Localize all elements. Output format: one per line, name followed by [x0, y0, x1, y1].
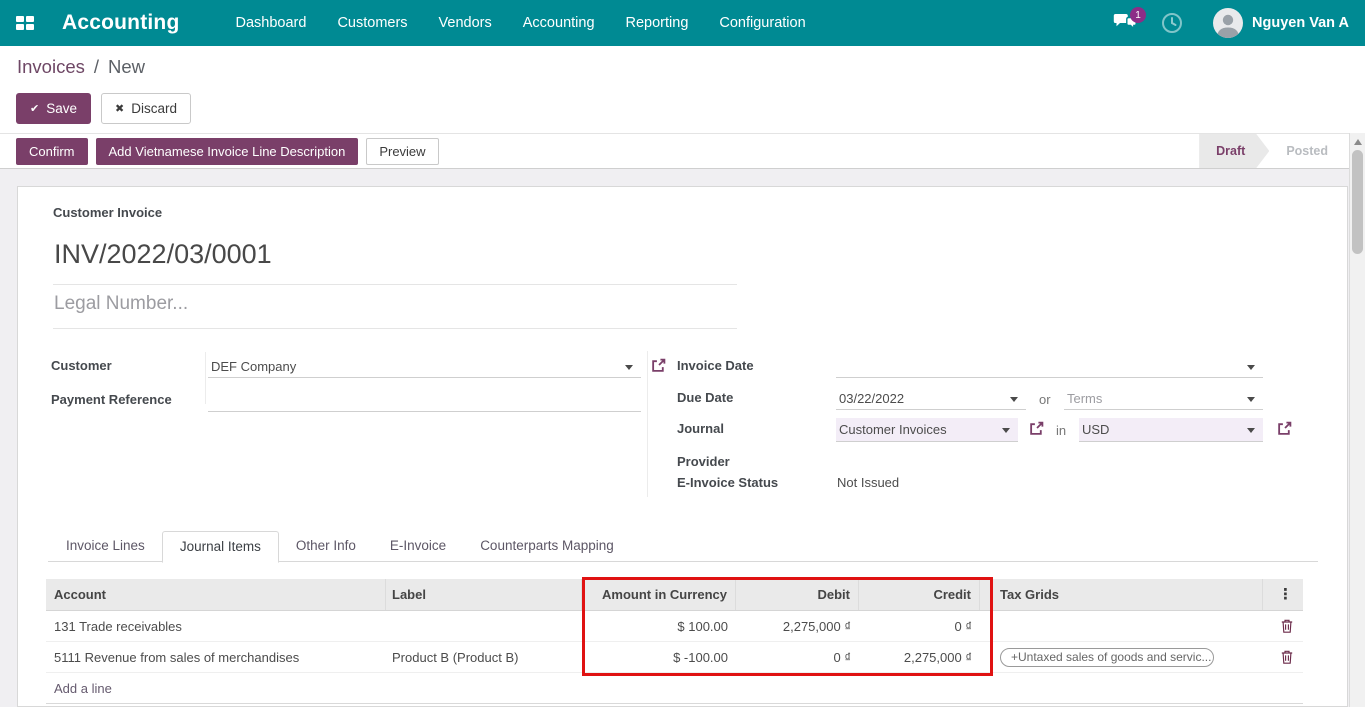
confirm-button[interactable]: Confirm	[16, 138, 88, 165]
menu-dashboard[interactable]: Dashboard	[236, 15, 307, 31]
customer-field[interactable]: DEF Company	[208, 356, 641, 378]
chevron-down-icon[interactable]	[1002, 428, 1010, 433]
notebook-tabs: Invoice Lines Journal Items Other Info E…	[49, 531, 631, 562]
top-navbar: Accounting Dashboard Customers Vendors A…	[0, 0, 1365, 46]
journal-label: Journal	[677, 421, 724, 436]
stage-draft[interactable]: Draft	[1199, 134, 1269, 168]
col-label[interactable]: Label	[386, 579, 582, 610]
due-date-label: Due Date	[677, 390, 733, 405]
divider	[53, 284, 737, 285]
discard-button[interactable]: ✖ Discard	[101, 93, 191, 124]
add-line-row: Add a line	[46, 673, 1303, 704]
invoice-date-field[interactable]	[836, 356, 1263, 378]
activities-clock-icon[interactable]	[1161, 12, 1183, 34]
message-count-badge: 1	[1130, 7, 1146, 23]
legal-number-input[interactable]: Legal Number...	[54, 293, 188, 315]
chevron-down-icon[interactable]	[1010, 397, 1018, 402]
einvoice-status-value: Not Issued	[837, 475, 899, 490]
divider	[647, 351, 648, 497]
breadcrumb-invoices-link[interactable]: Invoices	[17, 56, 85, 78]
journal-field[interactable]: Customer Invoices	[836, 418, 1018, 442]
customer-external-link-icon[interactable]	[651, 358, 666, 373]
stage-posted[interactable]: Posted	[1269, 134, 1345, 168]
user-name: Nguyen Van A	[1252, 15, 1349, 31]
messages-icon[interactable]: 1	[1113, 13, 1139, 33]
breadcrumb: Invoices / New	[0, 46, 1365, 88]
payment-reference-field[interactable]	[208, 390, 641, 412]
tab-counterparts-mapping[interactable]: Counterparts Mapping	[463, 531, 631, 562]
or-text: or	[1039, 392, 1051, 407]
document-type-label: Customer Invoice	[53, 205, 162, 220]
in-text: in	[1056, 423, 1066, 438]
journal-external-link-icon[interactable]	[1029, 421, 1044, 436]
breadcrumb-current: New	[108, 56, 145, 78]
delete-row-icon[interactable]	[1281, 650, 1293, 664]
delete-row-icon[interactable]	[1281, 619, 1293, 633]
menu-configuration[interactable]: Configuration	[719, 15, 805, 31]
form-statusbar: Confirm Add Vietnamese Invoice Line Desc…	[0, 133, 1349, 169]
chevron-down-icon[interactable]	[625, 365, 633, 370]
chevron-down-icon[interactable]	[1247, 365, 1255, 370]
chevron-down-icon[interactable]	[1247, 397, 1255, 402]
col-credit[interactable]: Credit	[859, 579, 980, 610]
invoice-number[interactable]: INV/2022/03/0001	[54, 239, 272, 270]
apps-menu-icon[interactable]	[16, 16, 35, 31]
menu-customers[interactable]: Customers	[337, 15, 407, 31]
menu-reporting[interactable]: Reporting	[626, 15, 689, 31]
journal-items-table: Account Label Amount in Currency Debit C…	[46, 579, 1303, 704]
invoice-form-sheet: Customer Invoice INV/2022/03/0001 Legal …	[17, 186, 1348, 707]
main-menu: Dashboard Customers Vendors Accounting R…	[236, 15, 806, 31]
column-options-icon[interactable]: ⋮	[1278, 587, 1293, 602]
tab-journal-items[interactable]: Journal Items	[162, 531, 279, 563]
due-date-field[interactable]: 03/22/2022	[836, 388, 1026, 410]
invoice-date-label: Invoice Date	[677, 358, 754, 373]
user-menu[interactable]: Nguyen Van A	[1213, 8, 1349, 38]
preview-button[interactable]: Preview	[366, 138, 438, 165]
col-tax-grids[interactable]: Tax Grids	[980, 579, 1263, 610]
col-amount-in-currency[interactable]: Amount in Currency	[582, 579, 736, 610]
breadcrumb-separator: /	[94, 56, 99, 78]
check-icon: ✔	[30, 102, 39, 115]
payment-reference-label: Payment Reference	[51, 392, 172, 407]
provider-label: Provider	[677, 454, 730, 469]
payment-terms-field[interactable]: Terms	[1064, 388, 1263, 410]
divider	[205, 352, 206, 404]
scrollbar-thumb[interactable]	[1352, 150, 1363, 254]
vertical-scrollbar[interactable]	[1349, 133, 1365, 707]
col-debit[interactable]: Debit	[736, 579, 859, 610]
tab-other-info[interactable]: Other Info	[279, 531, 373, 562]
col-account[interactable]: Account	[46, 579, 386, 610]
table-row[interactable]: 131 Trade receivables $ 100.00 2,275,000…	[46, 611, 1303, 642]
table-row[interactable]: 5111 Revenue from sales of merchandises …	[46, 642, 1303, 673]
tab-e-invoice[interactable]: E-Invoice	[373, 531, 463, 562]
menu-accounting[interactable]: Accounting	[523, 15, 595, 31]
state-stages: Draft Posted	[1199, 134, 1345, 168]
topbar-right: 1 Nguyen Van A	[1113, 8, 1349, 38]
add-line-link[interactable]: Add a line	[46, 681, 112, 696]
tax-grid-tag[interactable]: +Untaxed sales of goods and servic...	[1000, 648, 1214, 667]
tab-invoice-lines[interactable]: Invoice Lines	[49, 531, 162, 562]
close-icon: ✖	[115, 102, 124, 115]
customer-label: Customer	[51, 358, 112, 373]
table-header: Account Label Amount in Currency Debit C…	[46, 579, 1303, 611]
einvoice-status-label: E-Invoice Status	[677, 475, 778, 490]
add-vietnamese-description-button[interactable]: Add Vietnamese Invoice Line Description	[96, 138, 359, 165]
chevron-down-icon[interactable]	[1247, 428, 1255, 433]
record-actions: ✔ Save ✖ Discard	[0, 88, 1365, 133]
app-title[interactable]: Accounting	[62, 11, 180, 35]
divider	[53, 328, 737, 329]
save-button[interactable]: ✔ Save	[16, 93, 91, 124]
scroll-up-arrow-icon[interactable]	[1354, 139, 1362, 145]
currency-field[interactable]: USD	[1079, 418, 1263, 442]
currency-external-link-icon[interactable]	[1277, 421, 1292, 436]
menu-vendors[interactable]: Vendors	[439, 15, 492, 31]
avatar	[1213, 8, 1243, 38]
